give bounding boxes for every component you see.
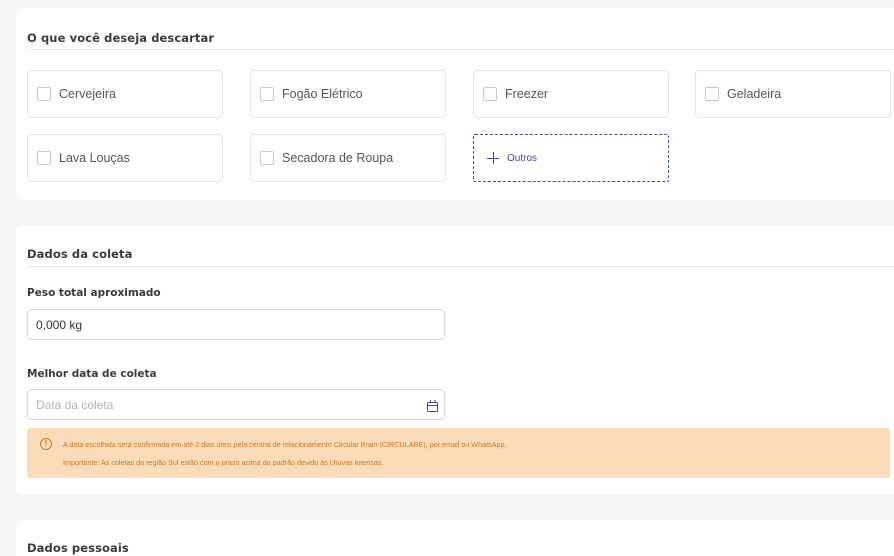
collection-section: Dados da coleta Peso total aproximado Me… bbox=[16, 225, 894, 495]
discard-section-divider bbox=[27, 49, 894, 50]
checkbox-icon[interactable] bbox=[260, 87, 274, 101]
option-label: Geladeira bbox=[727, 87, 782, 101]
option-secadora-de-roupa[interactable]: Secadora de Roupa bbox=[250, 134, 446, 182]
warning-text-important: Importante: As coletas da região Sul est… bbox=[63, 458, 384, 467]
collection-date-input[interactable] bbox=[27, 389, 445, 420]
warning-icon: ! bbox=[40, 438, 52, 450]
checkbox-icon[interactable] bbox=[37, 151, 51, 165]
option-geladeira[interactable]: Geladeira bbox=[695, 70, 891, 118]
weight-input[interactable] bbox=[27, 309, 445, 340]
collection-section-title: Dados da coleta bbox=[27, 247, 133, 261]
checkbox-icon[interactable] bbox=[705, 87, 719, 101]
add-other-label: Outros bbox=[507, 152, 538, 164]
plus-icon bbox=[487, 152, 499, 164]
option-cervejeira[interactable]: Cervejeira bbox=[27, 70, 223, 118]
calendar-icon[interactable] bbox=[427, 400, 438, 412]
option-freezer[interactable]: Freezer bbox=[473, 70, 669, 118]
option-label: Freezer bbox=[505, 87, 549, 101]
checkbox-icon[interactable] bbox=[483, 87, 497, 101]
add-other-button[interactable]: Outros bbox=[473, 134, 669, 182]
option-fogao-eletrico[interactable]: Fogão Elétrico bbox=[250, 70, 446, 118]
warning-text-confirmation: A data escolhida será confirmada em até … bbox=[63, 440, 507, 449]
option-label: Fogão Elétrico bbox=[282, 87, 363, 101]
date-label: Melhor data de coleta bbox=[27, 368, 157, 380]
collection-section-divider bbox=[27, 266, 894, 267]
option-label: Cervejeira bbox=[59, 87, 116, 101]
weight-label: Peso total aproximado bbox=[27, 287, 161, 299]
personal-section: Dados pessoais bbox=[16, 520, 894, 556]
discard-section-title: O que você deseja descartar bbox=[27, 31, 215, 45]
checkbox-icon[interactable] bbox=[37, 87, 51, 101]
option-label: Lava Louças bbox=[59, 151, 130, 165]
discard-section: O que você deseja descartar Cervejeira F… bbox=[16, 8, 894, 200]
checkbox-icon[interactable] bbox=[260, 151, 274, 165]
option-lava-loucas[interactable]: Lava Louças bbox=[27, 134, 223, 182]
personal-section-title: Dados pessoais bbox=[27, 541, 129, 555]
option-label: Secadora de Roupa bbox=[282, 151, 394, 165]
warning-banner: ! A data escolhida será confirmada em at… bbox=[27, 428, 890, 478]
